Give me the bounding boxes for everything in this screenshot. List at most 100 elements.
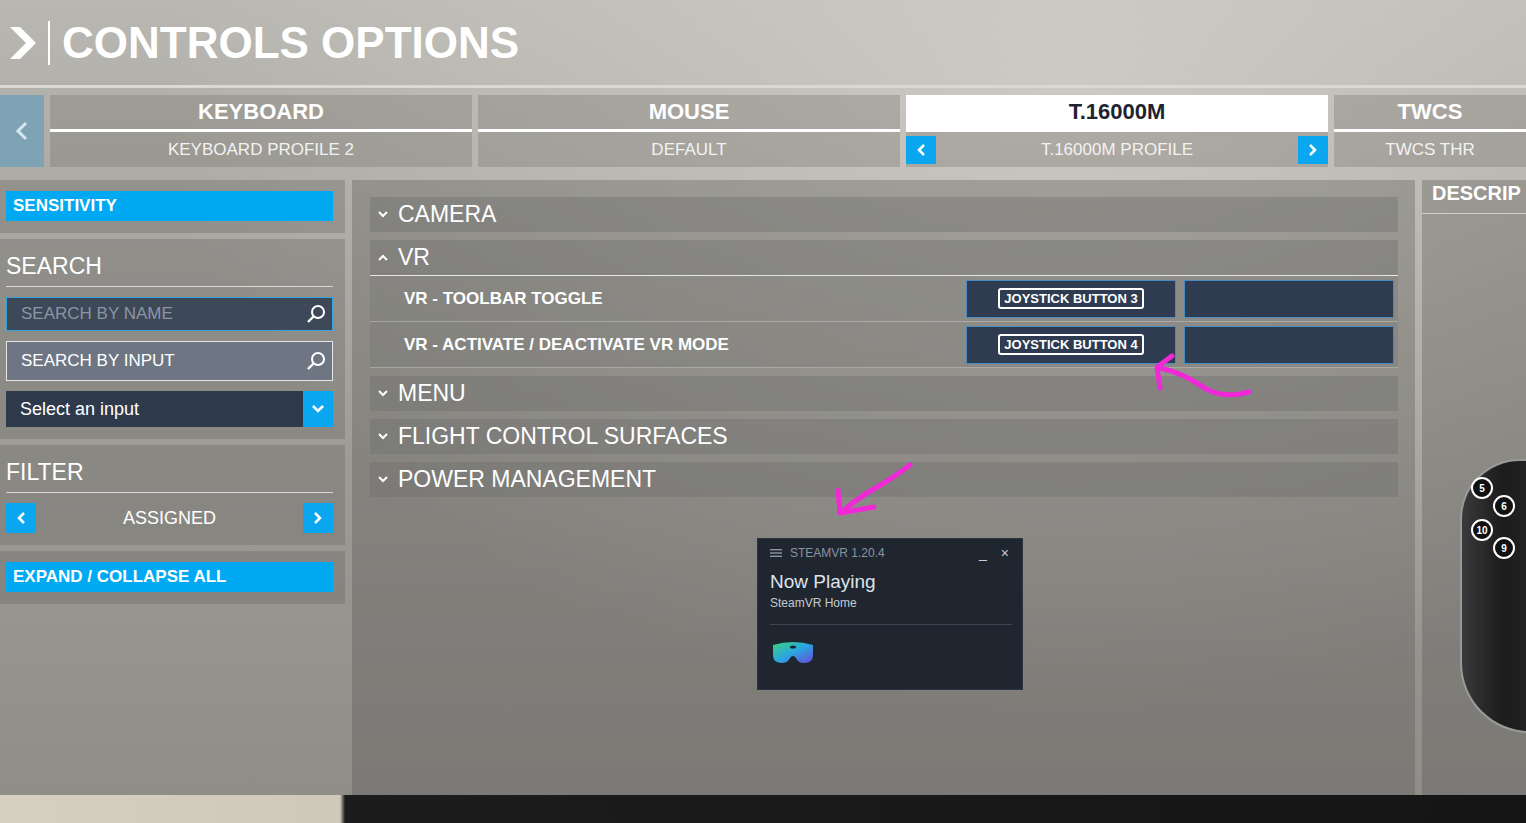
input-select[interactable]: Select an input: [6, 391, 333, 427]
category-header[interactable]: POWER MANAGEMENT: [370, 462, 1398, 497]
device-name: MOUSE: [478, 95, 900, 132]
category-header[interactable]: CAMERA: [370, 197, 1398, 232]
search-by-input-field[interactable]: SEARCH BY INPUT: [6, 341, 333, 381]
device-tab[interactable]: TWCS TWCS THR: [1334, 95, 1526, 167]
category-name: VR: [398, 244, 430, 271]
chevron-left-icon: [916, 143, 926, 157]
chevron-right-icon: [1308, 143, 1318, 157]
search-by-name-field[interactable]: SEARCH BY NAME: [6, 297, 333, 331]
popup-subtitle: SteamVR Home: [770, 596, 1012, 610]
binding-label: JOYSTICK BUTTON 3: [998, 288, 1143, 309]
sensitivity-button[interactable]: SENSITIVITY: [6, 191, 333, 221]
device-tab[interactable]: MOUSE DEFAULT: [478, 95, 900, 167]
next-filter-button[interactable]: [303, 503, 333, 533]
filter-title: FILTER: [6, 453, 333, 493]
minimize-button[interactable]: _: [976, 545, 990, 561]
sidebar: SENSITIVITY SEARCH SEARCH BY NAME SEARCH BY…: [0, 180, 345, 795]
close-button[interactable]: ×: [998, 545, 1012, 561]
action-name: VR - TOOLBAR TOGGLE: [404, 289, 958, 309]
device-profile: KEYBOARD PROFILE 2: [50, 132, 472, 167]
category-header[interactable]: FLIGHT CONTROL SURFACES: [370, 419, 1398, 454]
category: MENU: [370, 376, 1398, 411]
device-profile: TWCS THR: [1334, 132, 1526, 167]
chevron-right-icon: [313, 511, 323, 525]
filter-selector: ASSIGNED: [6, 503, 333, 533]
primary-binding[interactable]: JOYSTICK BUTTON 3: [966, 280, 1176, 318]
expand-collapse-all-button[interactable]: EXPAND / COLLAPSE ALL: [6, 562, 333, 592]
device-profile: T.16000M PROFILE: [906, 132, 1328, 167]
joystick-button-marker: 10: [1471, 519, 1493, 541]
category-name: CAMERA: [398, 201, 496, 228]
device-profile: DEFAULT: [478, 132, 900, 167]
chevron-left-icon: [15, 121, 29, 141]
device-tab[interactable]: T.16000MT.16000M PROFILE: [906, 95, 1328, 167]
search-icon: [306, 304, 326, 324]
popup-separator: [770, 624, 1012, 625]
binding-row: VR - TOOLBAR TOGGLE JOYSTICK BUTTON 3: [370, 276, 1398, 322]
binding-label: JOYSTICK BUTTON 4: [998, 334, 1143, 355]
page-title: CONTROLS OPTIONS: [62, 18, 519, 68]
bindings-panel: CAMERA VR VR - TOOLBAR TOGGLE JOYSTICK BUTT…: [352, 180, 1415, 795]
search-by-input-label: SEARCH BY INPUT: [21, 351, 175, 371]
category: VRVR - TOOLBAR TOGGLEJOYSTICK BUTTON 3VR…: [370, 240, 1398, 368]
chevron-down-icon: [378, 211, 388, 218]
back-chevron-icon[interactable]: [6, 23, 40, 63]
filter-section: FILTER ASSIGNED: [0, 445, 345, 545]
popup-heading: Now Playing: [770, 571, 1012, 593]
popup-title-bar: STEAMVR 1.20.4 _ ×: [770, 545, 1012, 561]
chevron-down-icon: [311, 404, 325, 414]
next-profile-button[interactable]: [1298, 136, 1328, 164]
expand-section: EXPAND / COLLAPSE ALL: [0, 551, 345, 604]
previous-profile-button[interactable]: [906, 136, 936, 164]
previous-device-button[interactable]: [0, 95, 44, 167]
annotation-arrows-icon: [0, 0, 1526, 823]
category-name: MENU: [398, 380, 466, 407]
sensitivity-section: SENSITIVITY: [0, 180, 345, 233]
category: POWER MANAGEMENT: [370, 462, 1398, 497]
description-title: DESCRIP: [1422, 180, 1526, 214]
profile-name: DEFAULT: [645, 140, 732, 160]
chevron-left-icon: [16, 511, 26, 525]
category-header[interactable]: VR: [370, 240, 1398, 276]
category-name: FLIGHT CONTROL SURFACES: [398, 423, 728, 450]
description-panel: DESCRIP 56109: [1422, 180, 1526, 795]
controls-options-screen: CONTROLS OPTIONS KEYBOARD KEYBOARD PROFILE…: [0, 0, 1526, 823]
vr-headset-icon: [770, 639, 816, 665]
profile-name: KEYBOARD PROFILE 2: [162, 140, 360, 160]
content: SENSITIVITY SEARCH SEARCH BY NAME SEARCH BY…: [0, 180, 1526, 795]
popup-title: STEAMVR 1.20.4: [790, 546, 968, 560]
header-divider: [48, 21, 50, 65]
cockpit-strip: [0, 795, 1526, 823]
menu-icon[interactable]: [770, 548, 782, 558]
category: CAMERA: [370, 197, 1398, 232]
search-placeholder: SEARCH BY NAME: [21, 304, 173, 324]
binding-row: VR - ACTIVATE / DEACTIVATE VR MODE JOYSTI…: [370, 322, 1398, 368]
joystick-button-marker: 9: [1493, 537, 1515, 559]
category: FLIGHT CONTROL SURFACES: [370, 419, 1398, 454]
chevron-down-icon: [378, 390, 388, 397]
category-name: POWER MANAGEMENT: [398, 466, 656, 493]
device-name: TWCS: [1334, 95, 1526, 132]
device-name: KEYBOARD: [50, 95, 472, 132]
search-icon: [306, 351, 326, 371]
device-tabs: KEYBOARD KEYBOARD PROFILE 2 MOUSE DEFAULT T.…: [0, 95, 1526, 167]
primary-binding[interactable]: JOYSTICK BUTTON 4: [966, 326, 1176, 364]
profile-name: T.16000M PROFILE: [1035, 140, 1199, 160]
profile-name: TWCS THR: [1379, 140, 1480, 160]
dropdown-button[interactable]: [303, 391, 333, 427]
filter-value: ASSIGNED: [123, 508, 216, 529]
category-header[interactable]: MENU: [370, 376, 1398, 411]
joystick-figure: 56109: [1460, 459, 1526, 733]
search-title: SEARCH: [6, 247, 333, 287]
joystick-button-marker: 6: [1493, 495, 1515, 517]
steamvr-popup: STEAMVR 1.20.4 _ × Now Playing SteamVR Home: [757, 538, 1023, 690]
joystick-button-marker: 5: [1471, 477, 1493, 499]
previous-filter-button[interactable]: [6, 503, 36, 533]
secondary-binding[interactable]: [1184, 280, 1394, 318]
action-name: VR - ACTIVATE / DEACTIVATE VR MODE: [404, 335, 958, 355]
header: CONTROLS OPTIONS: [0, 0, 1526, 88]
device-tab[interactable]: KEYBOARD KEYBOARD PROFILE 2: [50, 95, 472, 167]
secondary-binding[interactable]: [1184, 326, 1394, 364]
input-select-value: Select an input: [6, 391, 303, 427]
chevron-up-icon: [378, 254, 388, 261]
